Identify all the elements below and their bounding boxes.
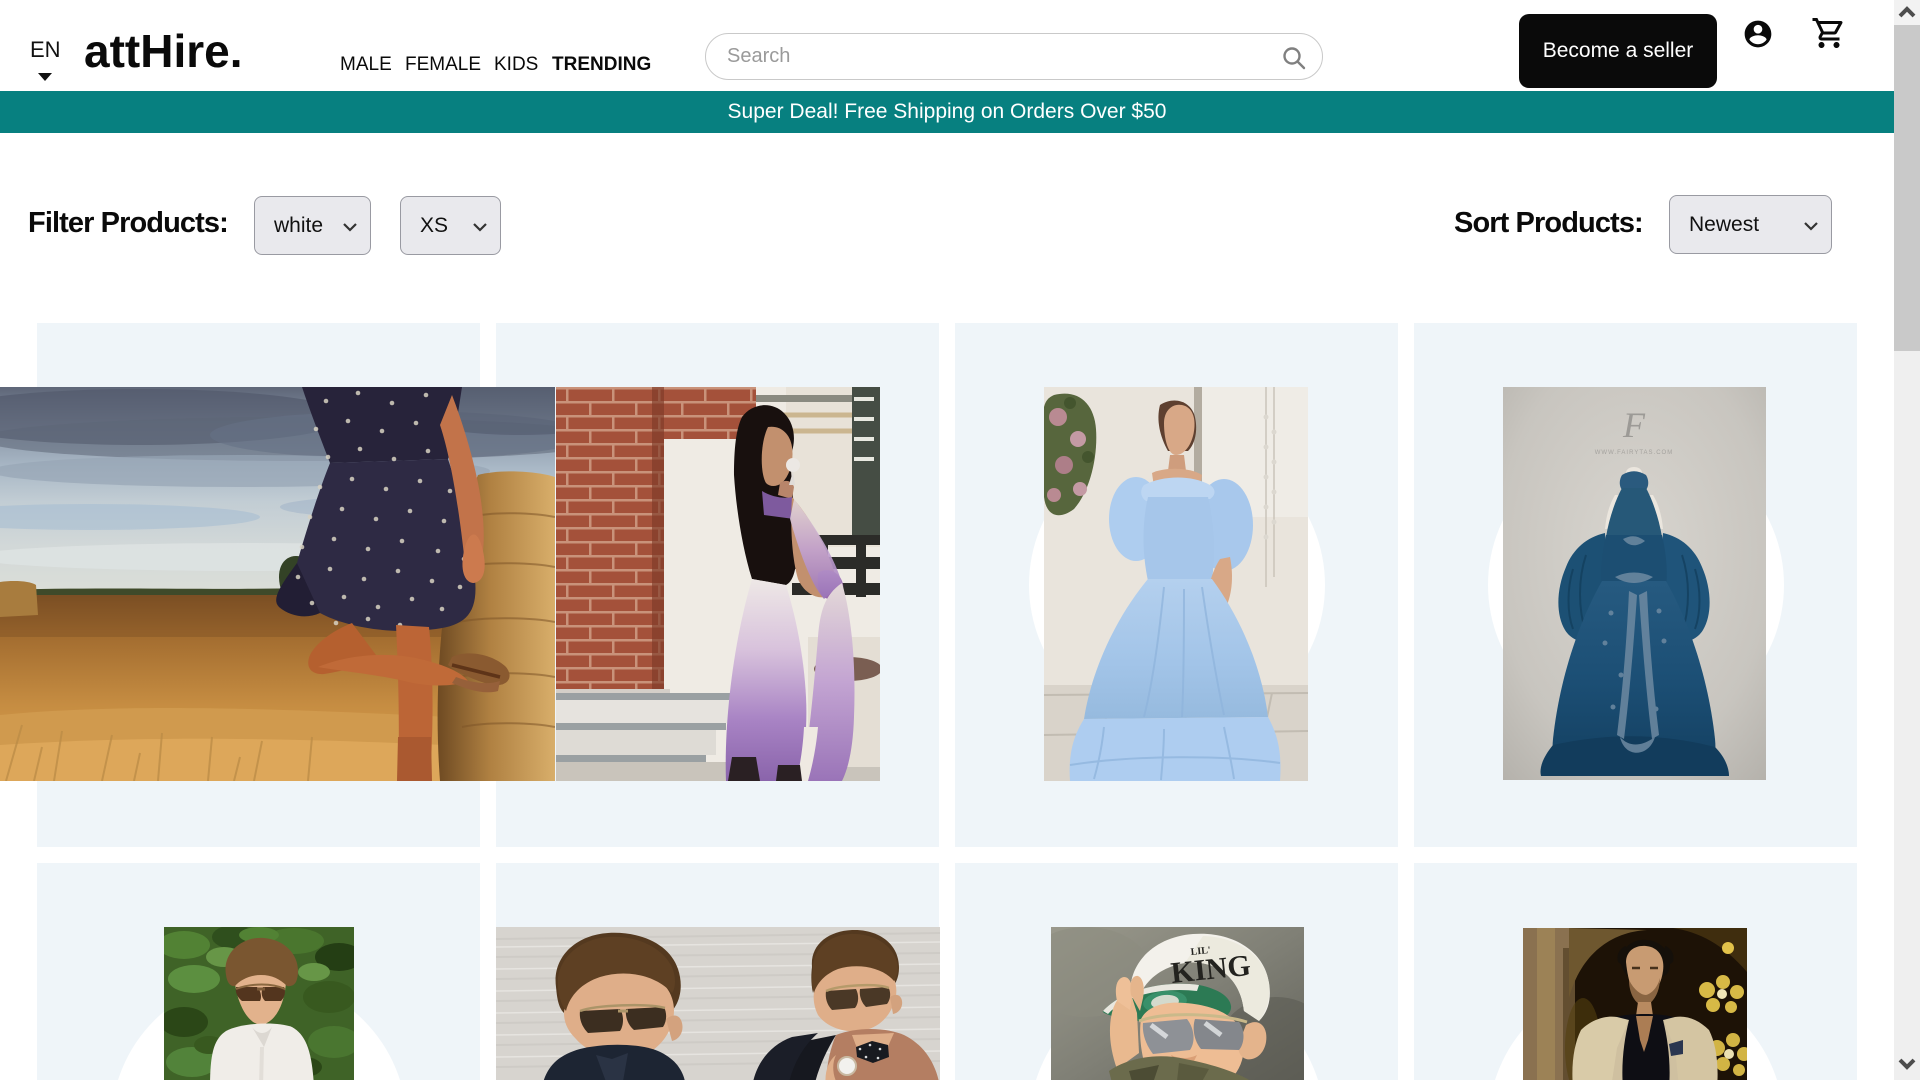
svg-text:F: F [1622, 405, 1646, 445]
svg-text:WWW.FAIRYTAS.COM: WWW.FAIRYTAS.COM [1595, 450, 1673, 456]
